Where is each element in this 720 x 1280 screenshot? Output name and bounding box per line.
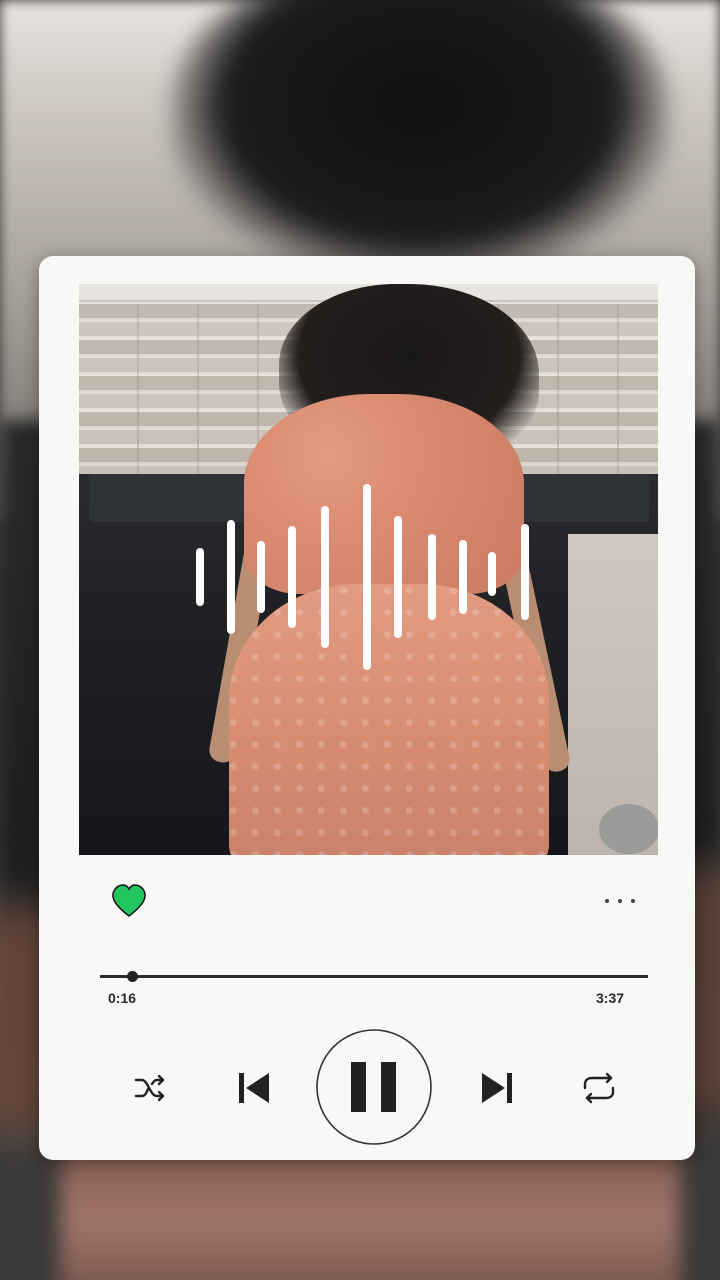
shuffle-button[interactable] [132,1070,168,1106]
more-options-icon [631,899,635,903]
waveform-bar [394,516,402,638]
previous-button[interactable] [235,1068,275,1108]
pause-button[interactable] [315,1028,433,1146]
heart-icon [112,884,146,917]
repeat-icon [583,1072,615,1104]
waveform-bar [521,524,529,620]
pause-icon [316,1029,432,1145]
audio-waveform [79,284,658,855]
waveform-bar [196,548,204,606]
waveform-bar [363,484,371,670]
skip-previous-icon [239,1073,269,1103]
waveform-bar [227,520,235,634]
skip-next-icon [482,1073,512,1103]
more-options-button[interactable] [605,888,635,914]
progress-track [100,975,648,978]
total-duration: 3:37 [596,990,625,1006]
next-button[interactable] [476,1068,516,1108]
shuffle-icon [134,1074,165,1102]
waveform-bar [257,541,265,613]
waveform-bar [321,506,329,648]
elapsed-time: 0:16 [108,990,137,1006]
waveform-bar [488,552,496,596]
waveform-bar [288,526,296,628]
like-button[interactable] [111,884,147,918]
music-player-card: 0:16 3:37 [39,256,695,1160]
progress-slider[interactable] [100,971,648,982]
more-options-icon [618,899,622,903]
waveform-bar [428,534,436,620]
waveform-bar [459,540,467,614]
more-options-icon [605,899,609,903]
progress-thumb[interactable] [126,971,138,982]
album-art-photo [79,284,658,855]
repeat-button[interactable] [579,1070,619,1106]
